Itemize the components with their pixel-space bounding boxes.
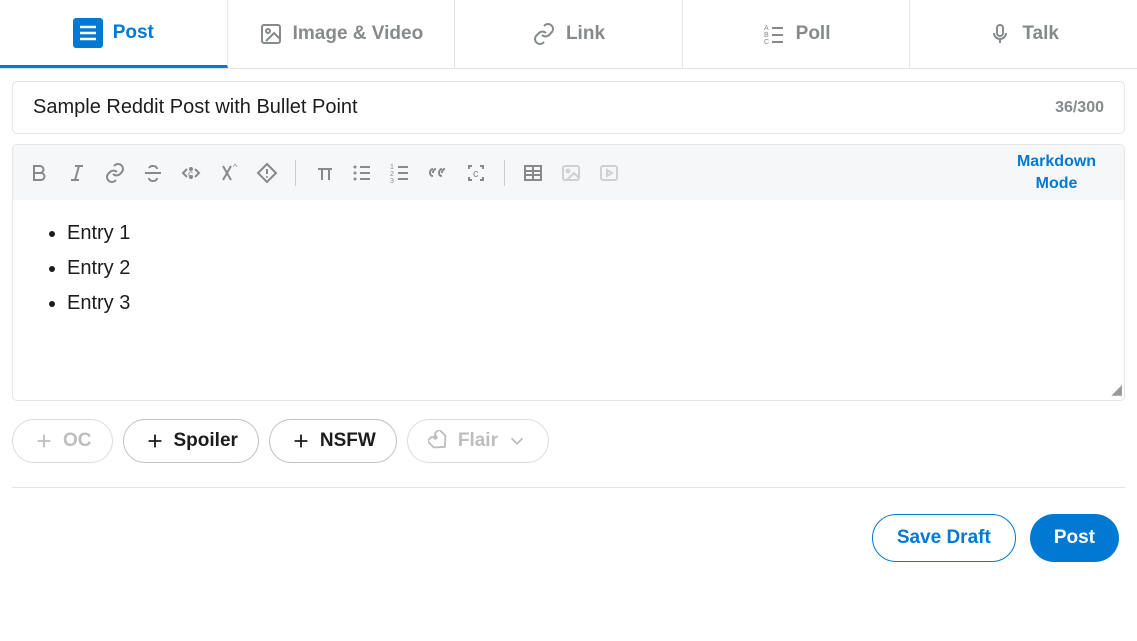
- chevron-down-icon: [506, 430, 528, 452]
- image-button[interactable]: [553, 153, 589, 193]
- bold-icon: [27, 161, 51, 185]
- spoiler-tag-button[interactable]: Spoiler: [123, 419, 259, 463]
- separator: [295, 160, 296, 186]
- table-icon: [521, 161, 545, 185]
- bullet-list-icon: [350, 161, 374, 185]
- link-icon: [532, 22, 556, 46]
- nsfw-label: NSFW: [320, 430, 376, 452]
- tab-talk[interactable]: Talk: [910, 0, 1137, 68]
- resize-handle-icon[interactable]: ◢: [1111, 381, 1122, 398]
- flair-tag-button[interactable]: Flair: [407, 419, 549, 463]
- heading-button[interactable]: [306, 153, 342, 193]
- tab-image-video-label: Image & Video: [293, 23, 424, 45]
- post-icon: [73, 18, 103, 48]
- svg-text:C: C: [764, 39, 769, 46]
- svg-text:3: 3: [390, 178, 394, 185]
- plus-icon: [290, 430, 312, 452]
- spoiler-icon: [255, 161, 279, 185]
- svg-text:c: c: [188, 169, 193, 180]
- separator: [504, 160, 505, 186]
- link-icon: [103, 161, 127, 185]
- bullet-list-button[interactable]: [344, 153, 380, 193]
- title-input[interactable]: [33, 96, 1055, 119]
- editor-textarea[interactable]: Entry 1 Entry 2 Entry 3: [13, 200, 1124, 400]
- markdown-mode-label: Markdown Mode: [1009, 151, 1104, 194]
- tag-row: OC Spoiler NSFW Flair: [12, 419, 1125, 488]
- list-item: Entry 1: [67, 216, 1100, 251]
- bold-button[interactable]: [21, 153, 57, 193]
- list-item: Entry 3: [67, 286, 1100, 321]
- editor-toolbar: c ^ 123 c Markdown Mode: [13, 145, 1124, 200]
- tag-icon: [428, 430, 450, 452]
- poll-icon: ABC: [762, 22, 786, 46]
- code-block-button[interactable]: c: [458, 153, 494, 193]
- code-icon: c: [179, 161, 203, 185]
- markdown-mode-toggle[interactable]: Markdown Mode: [1009, 151, 1116, 194]
- video-button[interactable]: [591, 153, 627, 193]
- plus-icon: [33, 430, 55, 452]
- table-button[interactable]: [515, 153, 551, 193]
- image-icon: [259, 22, 283, 46]
- svg-text:^: ^: [233, 162, 238, 172]
- quote-icon: [426, 161, 450, 185]
- svg-text:B: B: [764, 32, 769, 39]
- flair-label: Flair: [458, 430, 498, 452]
- tab-post[interactable]: Post: [0, 0, 228, 68]
- tab-image-video[interactable]: Image & Video: [228, 0, 456, 68]
- tab-post-label: Post: [113, 22, 154, 44]
- tab-talk-label: Talk: [1022, 23, 1059, 45]
- image-icon: [559, 161, 583, 185]
- strike-button[interactable]: [135, 153, 171, 193]
- superscript-button[interactable]: ^: [211, 153, 247, 193]
- svg-text:A: A: [764, 25, 769, 32]
- nsfw-tag-button[interactable]: NSFW: [269, 419, 397, 463]
- char-counter: 36/300: [1055, 99, 1104, 117]
- svg-text:2: 2: [390, 171, 394, 178]
- toolbar-link-button[interactable]: [97, 153, 133, 193]
- inline-code-button[interactable]: c: [173, 153, 209, 193]
- italic-button[interactable]: [59, 153, 95, 193]
- strike-icon: [141, 161, 165, 185]
- tab-poll[interactable]: ABC Poll: [683, 0, 911, 68]
- save-draft-button[interactable]: Save Draft: [872, 514, 1016, 562]
- post-button[interactable]: Post: [1030, 514, 1119, 562]
- superscript-icon: ^: [217, 161, 241, 185]
- title-field-container: 36/300: [12, 81, 1125, 134]
- editor-container: c ^ 123 c Markdown Mode Entry 1 Entry 2 …: [12, 144, 1125, 401]
- spoiler-label: Spoiler: [174, 430, 238, 452]
- number-list-icon: 123: [388, 161, 412, 185]
- bullet-list: Entry 1 Entry 2 Entry 3: [37, 216, 1100, 321]
- tab-link-label: Link: [566, 23, 605, 45]
- plus-icon: [144, 430, 166, 452]
- italic-icon: [65, 161, 89, 185]
- svg-text:c: c: [473, 168, 479, 180]
- action-row: Save Draft Post: [12, 514, 1125, 562]
- oc-tag-button[interactable]: OC: [12, 419, 113, 463]
- heading-icon: [312, 161, 336, 185]
- spoiler-text-button[interactable]: [249, 153, 285, 193]
- svg-text:1: 1: [390, 164, 394, 171]
- number-list-button[interactable]: 123: [382, 153, 418, 193]
- video-icon: [597, 161, 621, 185]
- code-block-icon: c: [464, 161, 488, 185]
- list-item: Entry 2: [67, 251, 1100, 286]
- post-type-tabs: Post Image & Video Link ABC Poll Talk: [0, 0, 1137, 69]
- mic-icon: [988, 22, 1012, 46]
- tab-poll-label: Poll: [796, 23, 831, 45]
- oc-label: OC: [63, 430, 92, 452]
- tab-link[interactable]: Link: [455, 0, 683, 68]
- quote-button[interactable]: [420, 153, 456, 193]
